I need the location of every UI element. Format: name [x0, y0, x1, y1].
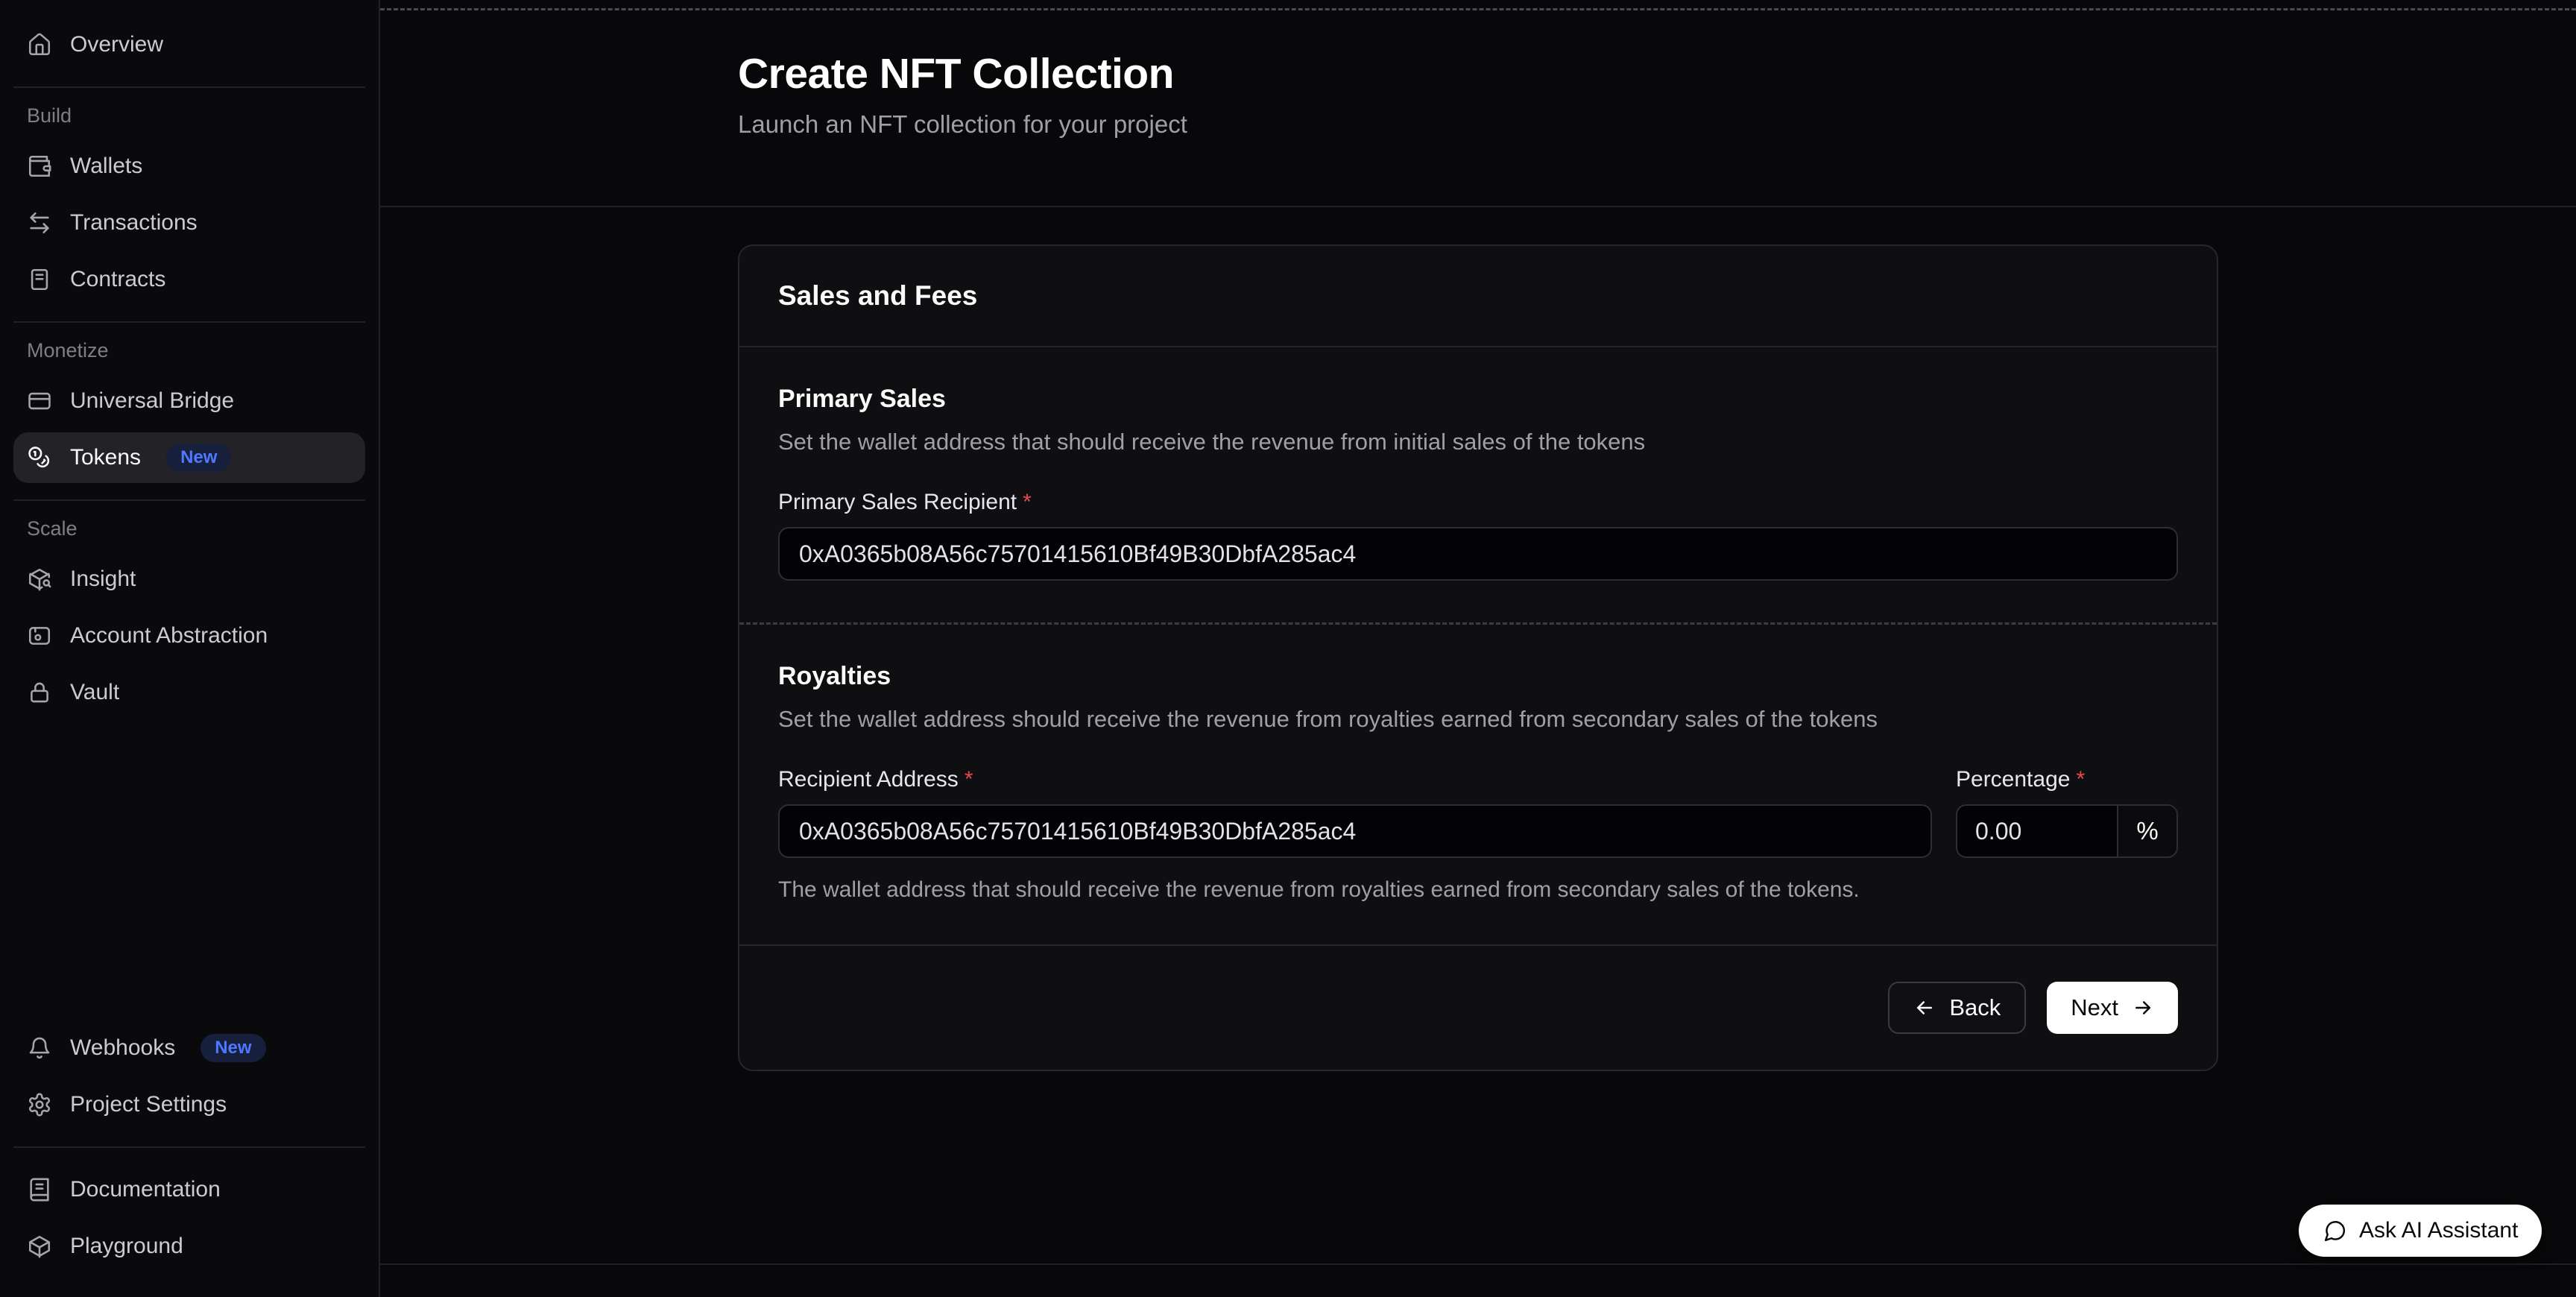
bottom-divider: [380, 1263, 2576, 1265]
sidebar-item-tokens[interactable]: Tokens New: [13, 432, 365, 483]
sidebar-section-monetize: Monetize: [13, 339, 365, 362]
percentage-input-group: %: [1956, 804, 2178, 858]
main-content: Create NFT Collection Launch an NFT coll…: [380, 0, 2576, 1297]
label-text: Percentage: [1956, 767, 2070, 792]
royalties-description: Set the wallet address should receive th…: [778, 706, 2178, 733]
royalty-percentage-label: Percentage*: [1956, 767, 2178, 792]
label-text: Recipient Address: [778, 767, 959, 792]
sidebar-nav-top: Overview Build Wallets Transactions: [13, 19, 365, 724]
sidebar-item-label: Account Abstraction: [70, 623, 268, 648]
ask-ai-assistant-label: Ask AI Assistant: [2359, 1218, 2518, 1243]
sidebar-divider: [13, 321, 365, 323]
royalty-helper-text: The wallet address that should receive t…: [778, 877, 1932, 903]
sidebar-item-label: Vault: [70, 680, 119, 705]
sidebar-item-label: Universal Bridge: [70, 388, 234, 414]
arrow-left-icon: [1913, 997, 1936, 1019]
card-footer: Back Next: [739, 946, 2217, 1070]
sidebar-nav-bottom: Webhooks New Project Settings Documentat…: [13, 1023, 365, 1278]
sidebar-item-label: Transactions: [70, 210, 198, 236]
cube-icon: [27, 1234, 52, 1259]
sales-and-fees-card: Sales and Fees Primary Sales Set the wal…: [738, 244, 2218, 1071]
sidebar-item-account-abstraction[interactable]: Account Abstraction: [13, 610, 365, 661]
chat-bubble-icon: [2323, 1219, 2347, 1243]
required-asterisk: *: [2076, 767, 2085, 792]
page-title: Create NFT Collection: [738, 49, 2576, 98]
sidebar-item-universal-bridge[interactable]: Universal Bridge: [13, 376, 365, 426]
sidebar-item-label: Documentation: [70, 1177, 221, 1202]
sidebar-item-contracts[interactable]: Contracts: [13, 254, 365, 305]
label-text: Primary Sales Recipient: [778, 490, 1017, 514]
sidebar-item-wallets[interactable]: Wallets: [13, 141, 365, 192]
royalty-recipient-field: Recipient Address* The wallet address th…: [778, 733, 1932, 903]
top-dashed-divider: [380, 8, 2576, 10]
page-header: Create NFT Collection Launch an NFT coll…: [380, 0, 2576, 207]
new-badge: New: [166, 444, 231, 472]
next-button-label: Next: [2071, 994, 2118, 1021]
sidebar-divider: [13, 86, 365, 88]
coins-icon: [27, 445, 52, 470]
sidebar-item-label: Insight: [70, 567, 136, 592]
wallet-icon: [27, 154, 52, 179]
sidebar-item-label: Tokens: [70, 445, 141, 470]
required-asterisk: *: [965, 767, 973, 792]
app-root: Overview Build Wallets Transactions: [0, 0, 2576, 1297]
sidebar: Overview Build Wallets Transactions: [0, 0, 380, 1297]
ask-ai-assistant-button[interactable]: Ask AI Assistant: [2299, 1205, 2542, 1257]
sidebar-item-insight[interactable]: Insight: [13, 554, 365, 605]
primary-sales-recipient-input[interactable]: [778, 527, 2178, 581]
sidebar-item-label: Webhooks: [70, 1035, 175, 1061]
sidebar-item-overview[interactable]: Overview: [13, 19, 365, 70]
primary-sales-description: Set the wallet address that should recei…: [778, 429, 2178, 455]
royalty-percentage-field: Percentage* %: [1956, 733, 2178, 858]
sidebar-divider: [13, 1146, 365, 1148]
primary-sales-heading: Primary Sales: [778, 385, 2178, 414]
primary-sales-recipient-label: Primary Sales Recipient*: [778, 490, 2178, 515]
sidebar-item-label: Wallets: [70, 154, 142, 179]
royalty-percentage-input[interactable]: [1957, 806, 2117, 856]
primary-sales-section: Primary Sales Set the wallet address tha…: [739, 347, 2217, 622]
back-button-label: Back: [1949, 994, 2001, 1021]
royalty-recipient-input[interactable]: [778, 804, 1932, 858]
package-search-icon: [27, 567, 52, 592]
sidebar-item-playground[interactable]: Playground: [13, 1221, 365, 1272]
arrow-right-icon: [2132, 997, 2154, 1019]
sidebar-section-scale: Scale: [13, 517, 365, 540]
gear-icon: [27, 1092, 52, 1117]
page-subtitle: Launch an NFT collection for your projec…: [738, 110, 2576, 139]
sidebar-item-label: Contracts: [70, 267, 165, 292]
sidebar-item-label: Project Settings: [70, 1092, 227, 1117]
sidebar-item-documentation[interactable]: Documentation: [13, 1164, 365, 1215]
sidebar-section-build: Build: [13, 104, 365, 127]
card-title: Sales and Fees: [778, 280, 2178, 312]
card-header: Sales and Fees: [739, 246, 2217, 347]
safe-icon: [27, 623, 52, 648]
book-icon: [27, 1177, 52, 1202]
transactions-arrows-icon: [27, 210, 52, 236]
back-button[interactable]: Back: [1888, 982, 2026, 1034]
sidebar-item-project-settings[interactable]: Project Settings: [13, 1079, 365, 1130]
royalty-recipient-label: Recipient Address*: [778, 767, 1932, 792]
next-button[interactable]: Next: [2047, 982, 2178, 1034]
percent-suffix: %: [2117, 806, 2176, 856]
sidebar-item-transactions[interactable]: Transactions: [13, 198, 365, 248]
required-asterisk: *: [1023, 490, 1032, 514]
royalties-section: Royalties Set the wallet address should …: [739, 625, 2217, 944]
new-badge: New: [201, 1034, 265, 1062]
sidebar-divider: [13, 499, 365, 501]
bell-icon: [27, 1035, 52, 1061]
royalties-fields-row: Recipient Address* The wallet address th…: [778, 733, 2178, 903]
sidebar-item-label: Playground: [70, 1234, 183, 1259]
home-icon: [27, 32, 52, 57]
credit-card-icon: [27, 388, 52, 414]
royalties-heading: Royalties: [778, 662, 2178, 691]
sidebar-item-webhooks[interactable]: Webhooks New: [13, 1023, 365, 1073]
lock-icon: [27, 680, 52, 705]
sidebar-item-vault[interactable]: Vault: [13, 667, 365, 718]
contract-file-icon: [27, 267, 52, 292]
sidebar-item-label: Overview: [70, 32, 163, 57]
